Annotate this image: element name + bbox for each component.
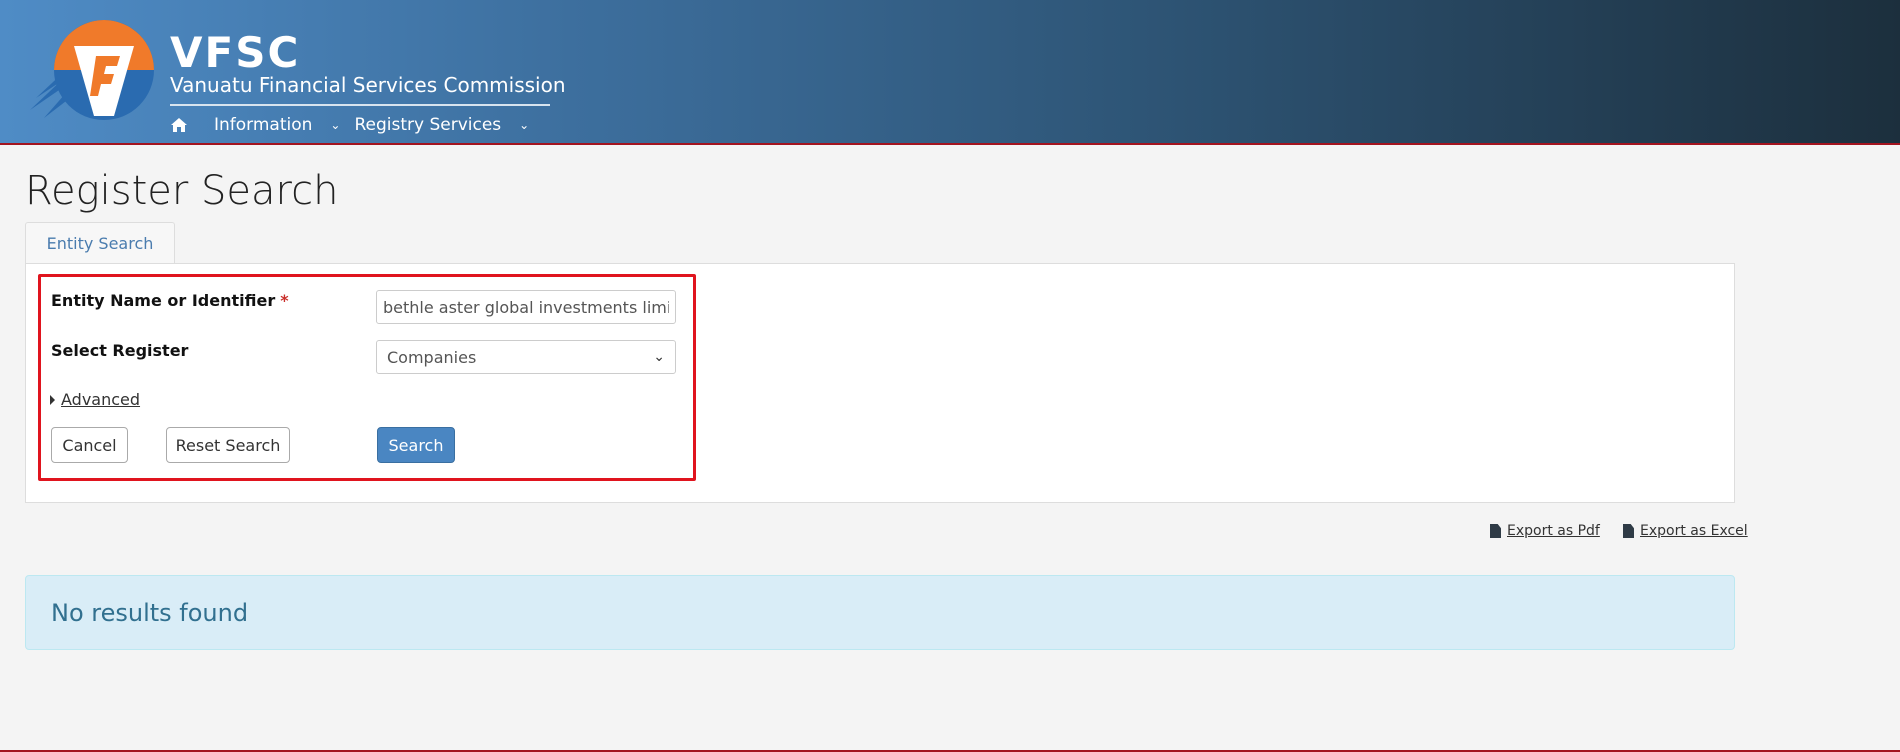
- page-title: Register Search: [25, 168, 339, 214]
- site-header: VFSC Vanuatu Financial Services Commissi…: [0, 0, 1900, 145]
- select-register-label: Select Register: [51, 341, 189, 360]
- chevron-down-icon: ⌄: [519, 118, 530, 132]
- advanced-toggle[interactable]: Advanced: [50, 390, 140, 409]
- register-select-value: Companies: [387, 347, 477, 367]
- brand-divider: [170, 104, 550, 106]
- reset-search-button[interactable]: Reset Search: [166, 427, 290, 463]
- search-button[interactable]: Search: [377, 427, 455, 463]
- home-icon[interactable]: [170, 117, 188, 133]
- nav-registry-services[interactable]: Registry Services ⌄: [354, 115, 529, 135]
- required-mark: *: [280, 291, 289, 310]
- entity-name-label: Entity Name or Identifier *: [51, 291, 289, 310]
- nav-information[interactable]: Information ⌄: [214, 115, 340, 135]
- register-select[interactable]: Companies ⌄: [376, 340, 676, 374]
- export-excel-link[interactable]: Export as Excel: [1623, 523, 1748, 539]
- caret-right-icon: [50, 394, 55, 405]
- file-icon: [1623, 524, 1634, 538]
- file-icon: [1490, 524, 1501, 538]
- advanced-label: Advanced: [61, 390, 141, 409]
- export-pdf-label: Export as Pdf: [1507, 523, 1600, 539]
- chevron-down-icon: ⌄: [653, 349, 665, 365]
- chevron-down-icon: ⌄: [330, 118, 341, 132]
- cancel-button[interactable]: Cancel: [51, 427, 128, 463]
- vfsc-logo[interactable]: [22, 18, 162, 128]
- tab-entity-search[interactable]: Entity Search: [25, 222, 175, 264]
- entity-name-input[interactable]: [376, 290, 676, 324]
- brand-subtitle: Vanuatu Financial Services Commission: [170, 73, 566, 97]
- nav-information-label: Information: [214, 115, 313, 135]
- export-excel-label: Export as Excel: [1640, 523, 1748, 539]
- no-results-alert: No results found: [25, 575, 1735, 650]
- main-nav: Information ⌄ Registry Services ⌄: [170, 114, 543, 136]
- entity-name-label-text: Entity Name or Identifier: [51, 291, 276, 310]
- nav-registry-services-label: Registry Services: [354, 115, 502, 135]
- brand-title: VFSC: [170, 28, 301, 77]
- export-pdf-link[interactable]: Export as Pdf: [1490, 523, 1600, 539]
